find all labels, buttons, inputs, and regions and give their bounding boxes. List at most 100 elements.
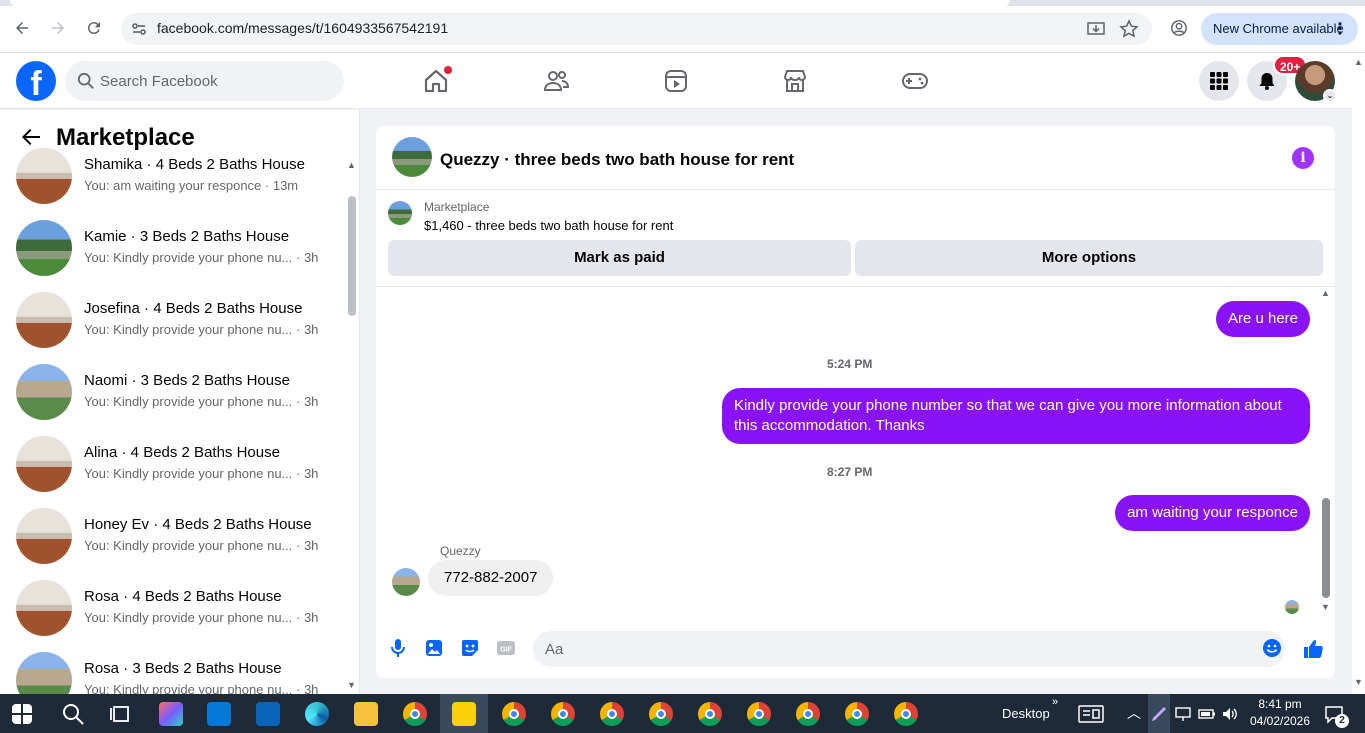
conversation-avatar[interactable] <box>16 436 72 492</box>
conversation-avatar[interactable] <box>16 220 72 276</box>
chrome-icon[interactable] <box>845 702 869 726</box>
store-icon[interactable] <box>207 702 231 726</box>
clock-date[interactable]: 04/02/2026 <box>1247 714 1313 728</box>
gif-icon[interactable]: GIF <box>496 638 516 658</box>
sticky-notes-icon[interactable] <box>452 702 476 726</box>
chat-avatar[interactable] <box>392 137 432 177</box>
friends-icon[interactable] <box>542 67 570 95</box>
microphone-icon[interactable] <box>388 638 408 658</box>
bookmark-star-icon[interactable] <box>1119 19 1139 39</box>
site-settings-icon[interactable] <box>129 19 149 39</box>
scroll-down-icon[interactable]: ▼ <box>347 680 356 690</box>
battery-icon[interactable] <box>1198 705 1216 723</box>
network-icon[interactable] <box>1174 705 1192 723</box>
conversation-avatar[interactable] <box>16 580 72 636</box>
windows-start-icon[interactable] <box>12 704 32 724</box>
conversation-item[interactable]: Shamika · 4 Beds 2 Baths House You: am wa… <box>16 148 336 220</box>
sticker-icon[interactable] <box>460 638 480 658</box>
conversation-avatar[interactable] <box>16 652 72 694</box>
scrollbar-thumb[interactable] <box>1322 498 1330 598</box>
gaming-icon[interactable] <box>901 67 929 95</box>
facebook-header: f 20+ ⌄ <box>0 53 1352 109</box>
chrome-icon[interactable] <box>551 702 575 726</box>
url-text[interactable]: facebook.com/messages/t/1604933567542191 <box>157 20 448 36</box>
scroll-up-icon[interactable]: ▲ <box>347 160 356 170</box>
scrollbar-thumb[interactable] <box>348 196 356 316</box>
search-input[interactable] <box>100 61 330 101</box>
edge-icon[interactable] <box>305 702 329 726</box>
chevron-down-icon[interactable]: ⌄ <box>1323 89 1337 103</box>
back-icon[interactable] <box>10 16 34 40</box>
facebook-logo-icon[interactable]: f <box>16 61 56 101</box>
account-avatar[interactable]: ⌄ <box>1295 61 1337 103</box>
scroll-up-icon[interactable]: ▲ <box>1354 57 1363 67</box>
conversation-item[interactable]: Kamie · 3 Beds 2 Baths House You: Kindly … <box>16 220 336 292</box>
sender-avatar[interactable] <box>392 568 420 596</box>
new-chrome-available-button[interactable]: New Chrome available ⋮ <box>1201 13 1358 45</box>
message-input[interactable] <box>533 631 1285 667</box>
conversation-item[interactable]: Josefina · 4 Beds 2 Baths House You: Kind… <box>16 292 336 364</box>
scroll-down-icon[interactable]: ▼ <box>1321 602 1330 612</box>
volume-icon[interactable] <box>1221 705 1239 723</box>
scroll-up-icon[interactable]: ▲ <box>1321 288 1330 298</box>
photo-icon[interactable] <box>424 638 444 658</box>
chrome-icon[interactable] <box>747 702 771 726</box>
chrome-icon[interactable] <box>649 702 673 726</box>
mark-as-paid-button[interactable]: Mark as paid <box>388 240 851 276</box>
chrome-icon[interactable] <box>796 702 820 726</box>
chevron-up-icon[interactable]: ︿ <box>1127 703 1141 723</box>
emoji-icon[interactable] <box>1262 638 1282 658</box>
reload-icon[interactable] <box>82 16 106 40</box>
install-app-icon[interactable] <box>1086 19 1106 39</box>
news-widget-icon[interactable] <box>1078 704 1104 724</box>
clock-time[interactable]: 8:41 pm <box>1257 697 1303 711</box>
chrome-icon[interactable] <box>502 702 526 726</box>
outlook-icon[interactable] <box>256 702 280 726</box>
more-options-button[interactable]: More options <box>855 240 1323 276</box>
copilot-icon[interactable] <box>159 702 183 726</box>
conversation-avatar[interactable] <box>16 364 72 420</box>
pen-icon[interactable] <box>1150 705 1168 723</box>
chevron-double-icon[interactable]: » <box>1052 696 1058 708</box>
profile-icon[interactable] <box>1167 16 1191 40</box>
info-icon[interactable]: i <box>1292 147 1314 169</box>
listing-title[interactable]: $1,460 - three beds two bath house for r… <box>424 218 673 233</box>
scroll-down-icon[interactable]: ▼ <box>1354 677 1363 687</box>
conversation-item[interactable]: Alina · 4 Beds 2 Baths House You: Kindly … <box>16 436 336 508</box>
chat-scrollbar[interactable]: ▲ ▼ <box>1319 288 1333 618</box>
search-icon[interactable] <box>61 702 85 726</box>
chrome-icon[interactable] <box>403 702 427 726</box>
conversation-item[interactable]: Honey Ev · 4 Beds 2 Baths House You: Kind… <box>16 508 336 580</box>
outgoing-message[interactable]: Kindly provide your phone number so that… <box>722 388 1310 444</box>
conversation-item[interactable]: Rosa · 3 Beds 2 Baths House You: Kindly p… <box>16 652 336 694</box>
outgoing-message[interactable]: am waiting your responce <box>1115 495 1310 531</box>
task-view-icon[interactable] <box>108 702 132 726</box>
menu-grid-button[interactable] <box>1199 61 1239 101</box>
address-bar[interactable]: facebook.com/messages/t/1604933567542191 <box>121 13 1152 45</box>
conversation-avatar[interactable] <box>16 148 72 204</box>
forward-icon[interactable] <box>46 16 70 40</box>
active-tab[interactable] <box>10 0 1010 6</box>
conversation-avatar[interactable] <box>16 292 72 348</box>
page-scrollbar[interactable]: ▲ ▼ <box>1352 53 1365 694</box>
video-icon[interactable] <box>662 67 690 95</box>
incoming-message[interactable]: 772-882-2007 <box>428 560 554 596</box>
conversation-avatar[interactable] <box>16 508 72 564</box>
more-vert-icon[interactable]: ⋮ <box>1332 19 1348 39</box>
chrome-icon[interactable] <box>600 702 624 726</box>
listing-thumbnail[interactable] <box>388 201 412 225</box>
conversation-item[interactable]: Rosa · 4 Beds 2 Baths House You: Kindly p… <box>16 580 336 652</box>
file-explorer-icon[interactable] <box>354 702 378 726</box>
back-arrow-icon[interactable] <box>20 126 42 148</box>
marketplace-icon[interactable] <box>781 67 809 95</box>
sidebar-scrollbar[interactable]: ▲ ▼ <box>346 156 358 694</box>
conversation-item[interactable]: Naomi · 3 Beds 2 Baths House You: Kindly … <box>16 364 336 436</box>
notification-count-badge: 2 <box>1335 714 1349 728</box>
chat-title[interactable]: Quezzy · three beds two bath house for r… <box>440 150 794 170</box>
chrome-icon[interactable] <box>894 702 918 726</box>
desktop-label[interactable]: Desktop <box>1002 706 1050 721</box>
search-box[interactable] <box>65 61 344 101</box>
like-icon[interactable] <box>1302 638 1324 660</box>
chrome-icon[interactable] <box>698 702 722 726</box>
outgoing-message[interactable]: Are u here <box>1215 301 1310 337</box>
